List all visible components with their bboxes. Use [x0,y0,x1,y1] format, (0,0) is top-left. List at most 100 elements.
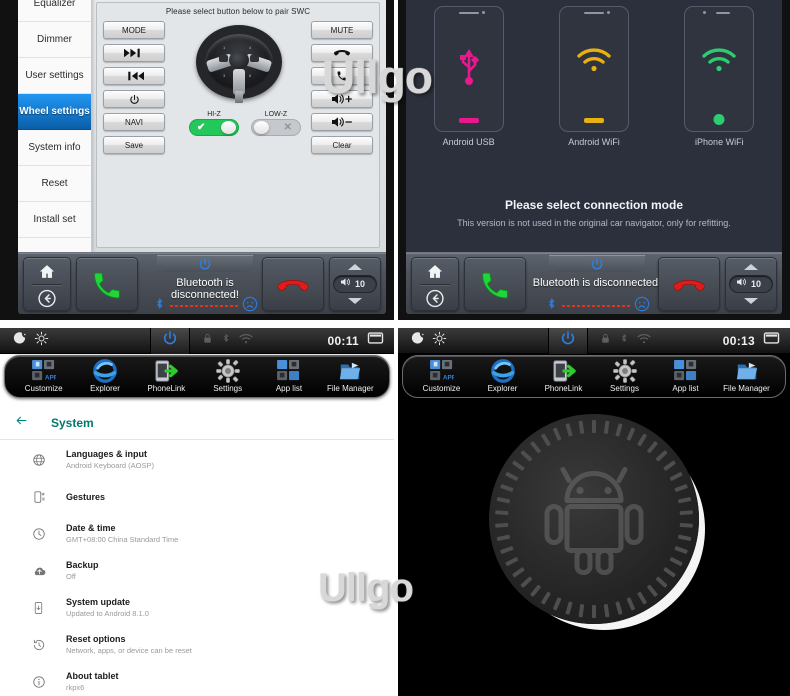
home-icon[interactable] [38,263,57,285]
save-button[interactable]: Save [103,136,165,154]
recents-icon[interactable] [367,331,384,350]
back-icon[interactable] [38,289,57,313]
connection-option-label: Android USB [442,137,495,147]
prev-track-icon[interactable] [103,67,165,85]
connection-option-android-wifi[interactable]: Android WiFi [558,6,629,147]
camera-dot-icon [481,11,485,14]
sidebar-item-system-info[interactable]: System info [18,130,91,166]
gear-icon[interactable] [596,358,654,384]
sidebar-item-user-settings[interactable]: User settings [18,58,91,94]
call-answer-icon[interactable] [89,269,125,307]
call-end-icon[interactable] [311,44,373,62]
volume-control-1[interactable]: 10 [329,257,381,311]
brightness-icon[interactable] [34,331,49,351]
power-icon[interactable] [560,330,576,351]
settings-row[interactable]: About tablet rkpx6 [0,663,394,696]
customize-icon[interactable]: APP [413,358,471,384]
dock-item-customize[interactable]: APP Customize [15,358,73,393]
android-oreo-icon [489,414,699,625]
dock-item-settings[interactable]: Settings [199,358,257,393]
oreo-tick [578,421,585,435]
sidebar-item-reset[interactable]: Reset [18,166,91,202]
navi-button[interactable]: NAVI [103,113,165,131]
settings-list: Languages & input Android Keyboard (AOSP)… [0,441,394,696]
volume-down-icon[interactable] [311,113,373,131]
volume-control-2[interactable]: 10 [725,257,777,311]
oreo-tick [677,497,692,504]
explorer-icon[interactable] [76,358,134,384]
home-back-segment-1[interactable] [23,257,71,311]
recents-icon[interactable] [763,331,780,350]
toggle-hi-z[interactable]: ✔ [189,119,239,136]
back-icon[interactable] [426,289,445,313]
applist-icon[interactable] [657,358,715,384]
customize-icon[interactable]: APP [15,358,73,384]
sidebar-item-equalizer[interactable]: Equalizer [18,0,91,22]
clear-button[interactable]: Clear [311,136,373,154]
power-icon[interactable] [590,257,604,276]
sidebar-item-dimmer[interactable]: Dimmer [18,22,91,58]
mute-button[interactable]: MUTE [311,21,373,39]
connection-option-android-usb[interactable]: Android USB [433,6,504,147]
home-back-segment-2[interactable] [411,257,459,311]
connection-option-iphone-wifi[interactable]: iPhone WiFi [684,6,755,147]
status-power-button[interactable] [150,328,190,354]
sidebar-item-install-set[interactable]: Install set [18,202,91,238]
dock-item-explorer[interactable]: Explorer [76,358,134,393]
answer-call-button-2[interactable] [464,257,526,311]
oreo-tick [500,546,514,555]
settings-row[interactable]: Date & time GMT+08:00 China Standard Time [0,515,394,552]
brightness-icon[interactable] [432,331,447,351]
call-end-icon[interactable] [670,273,708,304]
answer-call-button-1[interactable] [76,257,138,311]
back-arrow-icon[interactable] [14,414,29,432]
power-icon[interactable] [103,90,165,108]
dock-item-file-manager[interactable]: File Manager [321,358,379,393]
end-call-button-2[interactable] [658,257,720,311]
caret-up-icon[interactable] [348,264,362,270]
caret-down-icon[interactable] [744,298,758,304]
next-track-icon[interactable] [103,44,165,62]
home-button-icon [713,114,725,125]
folder-icon[interactable] [321,358,379,384]
dock-item-phonelink[interactable]: PhoneLink [137,358,195,393]
phonelink-icon[interactable] [535,358,593,384]
toggle-low-z[interactable]: ✕ [251,119,301,136]
applist-icon[interactable] [260,358,318,384]
dock-item-explorer[interactable]: Explorer [474,358,532,393]
gear-icon[interactable] [199,358,257,384]
caret-up-icon[interactable] [744,264,758,270]
mode-button[interactable]: MODE [103,21,165,39]
dock-item-app-list[interactable]: App list [657,358,715,393]
dock-item-customize[interactable]: APP Customize [413,358,471,393]
volume-up-icon[interactable] [311,90,373,108]
settings-row[interactable]: Gestures [0,478,394,515]
folder-icon[interactable] [718,358,776,384]
call-end-icon[interactable] [274,273,312,304]
explorer-icon[interactable] [474,358,532,384]
button-label: MODE [122,25,146,35]
end-call-button-1[interactable] [262,257,324,311]
dock-item-app-list[interactable]: App list [260,358,318,393]
panel-connection-mode: Android USB Android WiFi iPhone WiFi Pleas… [398,0,790,320]
call-answer-icon[interactable] [311,67,373,85]
settings-row[interactable]: Reset options Network, apps, or device ca… [0,626,394,663]
caret-down-icon[interactable] [348,298,362,304]
sidebar-item-wheel-settings[interactable]: Wheel settings [18,94,91,130]
status-power-button[interactable] [548,328,588,354]
power-tab-2[interactable] [549,255,645,272]
dock-item-settings[interactable]: Settings [596,358,654,393]
call-answer-icon[interactable] [477,269,513,307]
moon-icon[interactable] [410,331,425,351]
phonelink-icon[interactable] [137,358,195,384]
home-icon[interactable] [426,263,445,285]
settings-row[interactable]: System update Updated to Android 8.1.0 [0,589,394,626]
power-icon[interactable] [198,257,212,276]
settings-row[interactable]: Backup Off [0,552,394,589]
dock-item-phonelink[interactable]: PhoneLink [535,358,593,393]
settings-row[interactable]: Languages & input Android Keyboard (AOSP) [0,441,394,478]
moon-icon[interactable] [12,331,27,351]
dock-item-file-manager[interactable]: File Manager [718,358,776,393]
power-tab-1[interactable] [157,255,253,272]
power-icon[interactable] [162,330,178,351]
